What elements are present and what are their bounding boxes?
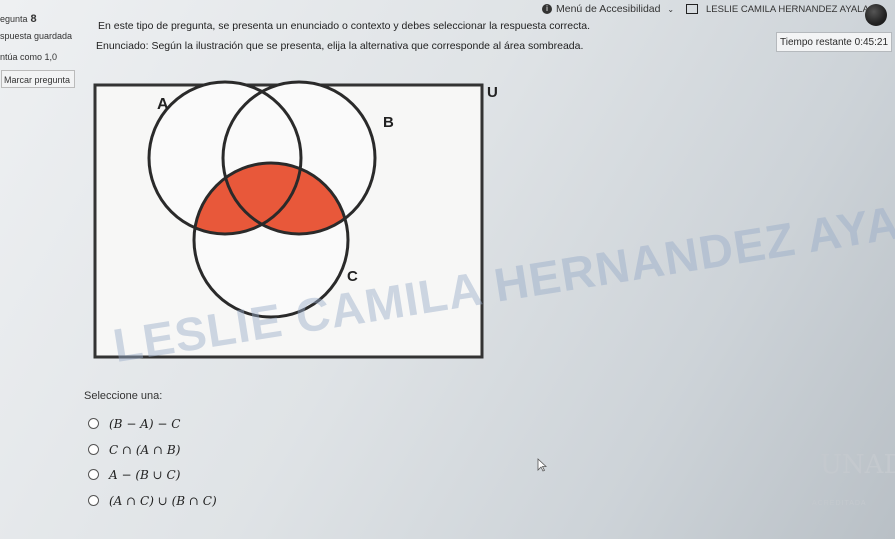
question-score: ntúa como 1,0 (0, 52, 58, 62)
user-name: LESLIE CAMILA HERNANDEZ AYALA (706, 4, 869, 15)
option-text: (B − A) − C (109, 416, 181, 431)
question-intro: En este tipo de pregunta, se presenta un… (98, 20, 591, 32)
question-status: spuesta guardada (0, 31, 73, 41)
option-text: C ∩ (A ∩ B) (109, 442, 181, 457)
accessibility-menu[interactable]: i Menú de Accesibilidad ⌄ (542, 3, 674, 15)
question-number: egunta 8 (0, 13, 37, 25)
chevron-down-icon: ⌄ (667, 5, 675, 14)
accessibility-label: Menú de Accesibilidad (556, 3, 661, 15)
unad-logo: UNAD ACREDITADA (808, 440, 895, 520)
label-b: B (383, 114, 394, 131)
label-a: A (157, 96, 169, 113)
avatar[interactable] (865, 4, 887, 26)
info-icon: i (542, 4, 552, 15)
choose-label: Seleccione una: (84, 390, 163, 402)
option-3[interactable]: A − (B ∪ C) (88, 467, 180, 482)
user-menu[interactable]: LESLIE CAMILA HERNANDEZ AYALA (686, 3, 869, 15)
question-statement: Enunciado: Según la ilustración que se p… (96, 40, 584, 52)
mouse-cursor-icon (537, 458, 547, 472)
logo-text: UNAD (820, 450, 895, 480)
radio-button[interactable] (88, 495, 99, 507)
mail-icon[interactable] (686, 4, 698, 15)
option-text: (A ∩ C) ∪ (B ∩ C) (109, 493, 217, 508)
radio-button[interactable] (88, 469, 99, 481)
flag-question-button[interactable]: Marcar pregunta (1, 70, 75, 88)
option-4[interactable]: (A ∩ C) ∪ (B ∩ C) (88, 493, 217, 508)
radio-button[interactable] (88, 418, 99, 430)
option-1[interactable]: (B − A) − C (88, 416, 180, 431)
option-2[interactable]: C ∩ (A ∩ B) (88, 442, 180, 457)
logo-sub: ACREDITADA (812, 500, 867, 507)
timer: Tiempo restante 0:45:21 (776, 32, 892, 52)
option-text: A − (B ∪ C) (109, 467, 181, 482)
label-u: U (487, 84, 498, 101)
radio-button[interactable] (88, 444, 99, 456)
